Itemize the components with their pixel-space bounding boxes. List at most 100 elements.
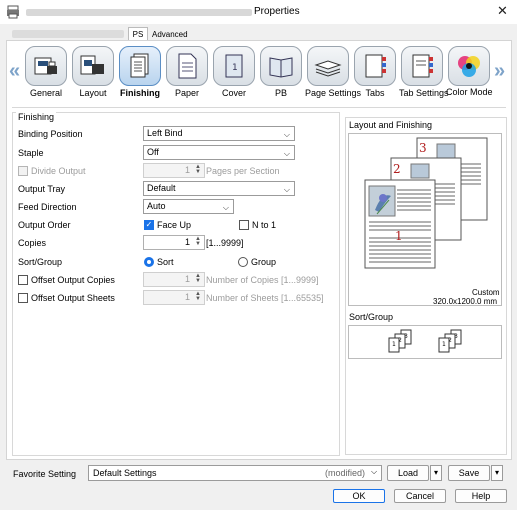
group-radio[interactable]	[238, 257, 248, 267]
offset-sheets-label: Offset Output Sheets	[31, 293, 115, 303]
nav-label: Paper	[174, 88, 200, 98]
output-tray-select[interactable]: Default ⌵	[143, 181, 295, 196]
paper-name: Custom	[472, 288, 500, 297]
tab-advanced[interactable]: Advanced	[152, 30, 188, 39]
scroll-right-icon[interactable]: »	[494, 60, 505, 83]
cover-icon: 1	[213, 46, 255, 86]
feed-direction-label: Feed Direction	[18, 202, 77, 212]
nav-label: PB	[274, 88, 287, 98]
copies-label: Copies	[18, 238, 47, 248]
ok-button[interactable]: OK	[333, 489, 385, 503]
cancel-button[interactable]: Cancel	[394, 489, 446, 503]
divide-output-suffix: Pages per Section	[206, 166, 280, 176]
nav-label: Tab Settings	[399, 88, 449, 98]
offset-sheets-checkbox[interactable]	[18, 293, 28, 303]
color-mode-icon	[448, 46, 490, 86]
page-settings-icon	[307, 46, 349, 86]
offset-copies-input[interactable]: 1 ▲ ▼	[143, 272, 205, 287]
svg-text:1: 1	[232, 63, 238, 73]
copies-value: 1	[184, 237, 190, 247]
output-tray-label: Output Tray	[18, 184, 66, 194]
sort-stack-a-1: 1	[392, 341, 396, 348]
page-number-2: 2	[393, 162, 401, 176]
layout-icon	[72, 46, 114, 86]
nav-label: Tabs	[365, 88, 385, 98]
spin-arrows-icon[interactable]: ▲ ▼	[193, 164, 203, 176]
spin-arrows-icon[interactable]: ▲ ▼	[193, 236, 203, 248]
offset-copies-value: 1	[184, 274, 190, 284]
title-redacted	[26, 9, 252, 16]
finishing-icon	[119, 46, 161, 86]
offset-sheets-value: 1	[184, 292, 190, 302]
staple-select[interactable]: Off ⌵	[143, 145, 295, 160]
favorite-setting-state: (modified)	[325, 468, 366, 478]
chevron-down-icon: ⌵	[371, 467, 378, 476]
copies-input[interactable]: 1 ▲ ▼	[143, 235, 205, 250]
spin-arrows-icon[interactable]: ▲ ▼	[193, 273, 203, 285]
nav-label: Cover	[221, 88, 246, 98]
divider	[12, 107, 506, 108]
general-icon	[25, 46, 67, 86]
nav-tabs[interactable]: Tabs	[352, 46, 398, 106]
spin-arrows-icon[interactable]: ▲ ▼	[193, 291, 203, 303]
chevron-down-icon: ⌵	[283, 149, 290, 158]
tab-ps[interactable]: PS	[128, 27, 148, 41]
binding-position-select[interactable]: Left Bind ⌵	[143, 126, 295, 141]
help-button[interactable]: Help	[455, 489, 507, 503]
tabs-icon	[354, 46, 396, 86]
sort-radio[interactable]	[144, 257, 154, 267]
finishing-group-title: Finishing	[16, 112, 57, 122]
face-up-label: Face Up	[157, 220, 192, 230]
face-up-checkbox[interactable]: ✓	[144, 220, 154, 230]
pb-icon	[260, 46, 302, 86]
chevron-down-icon: ⌵	[283, 130, 290, 139]
group-radio-label: Group	[251, 257, 277, 267]
divide-output-value: 1	[184, 165, 190, 175]
output-tray-value: Default	[147, 183, 176, 193]
offset-copies-checkbox[interactable]	[18, 275, 28, 285]
scroll-left-icon[interactable]: «	[9, 60, 20, 83]
feed-direction-select[interactable]: Auto ⌵	[143, 199, 234, 214]
offset-sheets-input[interactable]: 1 ▲ ▼	[143, 290, 205, 305]
nav-tab-settings[interactable]: Tab Settings	[399, 46, 449, 106]
layout-preview: 3 2 1	[348, 133, 502, 306]
nav-paper[interactable]: Paper	[164, 46, 210, 106]
close-icon[interactable]: ✕	[497, 3, 508, 19]
sort-group-preview-title: Sort/Group	[347, 312, 396, 322]
n-to-1-label: N to 1	[252, 220, 277, 230]
nav-layout[interactable]: Layout	[70, 46, 116, 106]
nav-finishing[interactable]: Finishing	[117, 46, 163, 106]
nav-color-mode[interactable]: Color Mode	[446, 46, 493, 106]
sort-group-preview: 3 2 1 3 2 1	[348, 325, 502, 359]
favorite-setting-label: Favorite Setting	[13, 469, 77, 479]
nav-label: Color Mode	[446, 87, 493, 97]
nav-pb[interactable]: PB	[258, 46, 304, 106]
favorite-setting-value: Default Settings	[93, 468, 157, 478]
sort-stacks-icon: 3 2 1 3 2 1	[388, 329, 462, 353]
binding-position-value: Left Bind	[147, 128, 183, 138]
nav-general[interactable]: General	[23, 46, 69, 106]
divide-output-checkbox[interactable]	[18, 166, 28, 176]
sort-radio-label: Sort	[157, 257, 174, 267]
n-to-1-checkbox[interactable]	[239, 220, 249, 230]
nav-cover[interactable]: 1 Cover	[211, 46, 257, 106]
divide-output-input[interactable]: 1 ▲ ▼	[143, 163, 205, 178]
sort-stack-b-1: 1	[442, 341, 446, 348]
nav-label: Page Settings	[305, 88, 362, 98]
nav-page-settings[interactable]: Page Settings	[305, 46, 362, 106]
favorite-setting-select[interactable]: Default Settings (modified) ⌵	[88, 465, 382, 481]
chevron-down-icon: ⌵	[222, 203, 229, 212]
window-title: Properties	[254, 6, 300, 17]
layout-finishing-title: Layout and Finishing	[347, 120, 435, 130]
load-button[interactable]: Load	[387, 465, 429, 481]
tab-redacted[interactable]	[12, 30, 124, 38]
printer-app-icon	[6, 5, 20, 19]
save-button[interactable]: Save	[448, 465, 490, 481]
sort-group-label: Sort/Group	[18, 257, 63, 267]
load-dropdown-icon[interactable]: ▾	[430, 465, 442, 481]
binding-position-label: Binding Position	[18, 129, 83, 139]
save-dropdown-icon[interactable]: ▾	[491, 465, 503, 481]
paper-size: 320.0x1200.0 mm	[433, 297, 498, 306]
page-number-1: 1	[395, 229, 403, 243]
staple-value: Off	[147, 147, 159, 157]
